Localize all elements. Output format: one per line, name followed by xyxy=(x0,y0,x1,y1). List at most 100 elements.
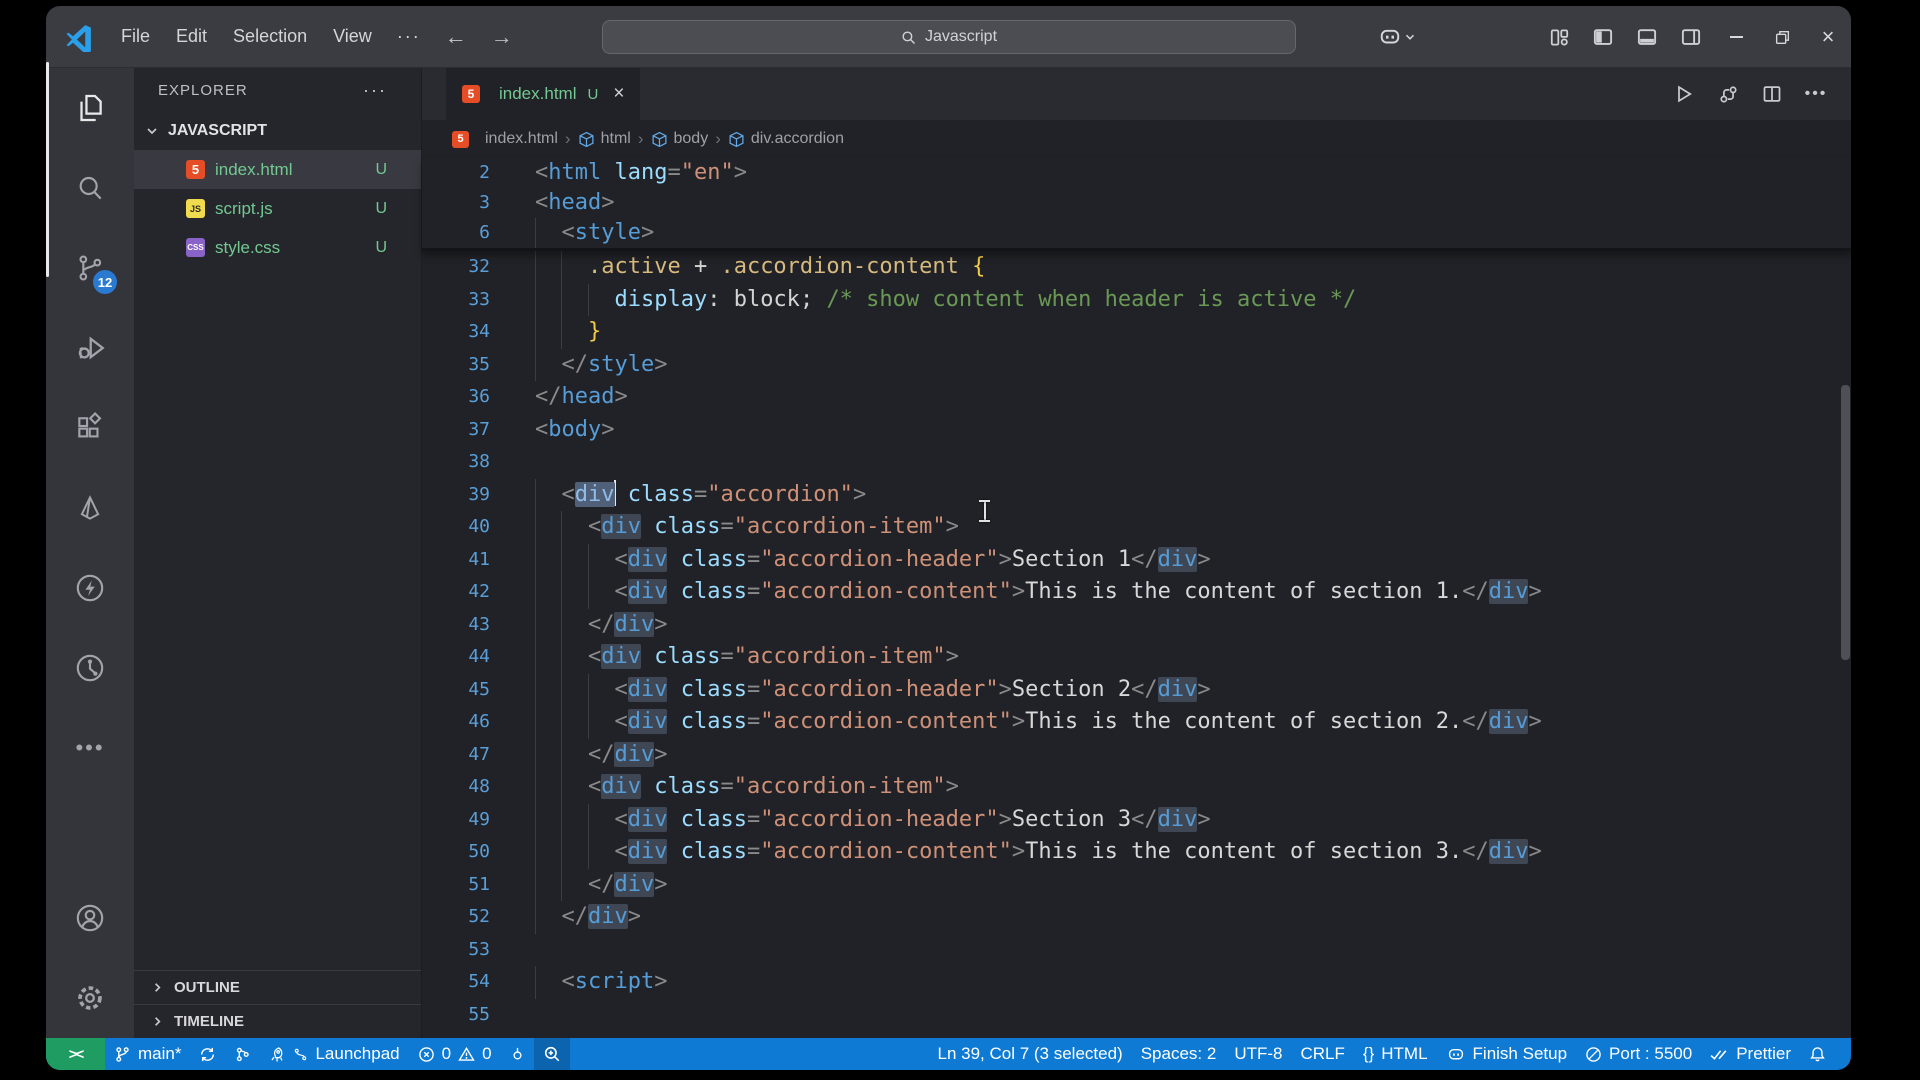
indentation-status[interactable]: Spaces: 2 xyxy=(1132,1038,1226,1070)
git-status-badge: U xyxy=(375,161,387,179)
timeline-panel-header[interactable]: TIMELINE xyxy=(134,1004,421,1038)
tab-close-icon[interactable]: × xyxy=(613,83,624,105)
code-line-54[interactable]: 54 <script> xyxy=(422,966,1851,999)
problems-status[interactable]: 0 0 xyxy=(409,1038,501,1070)
settings-gear-icon[interactable] xyxy=(46,958,134,1038)
file-row-index-html[interactable]: 5 index.html U xyxy=(134,150,421,189)
tab-index-html[interactable]: 5 index.html U × xyxy=(446,68,640,120)
folder-javascript[interactable]: JAVASCRIPT xyxy=(134,112,421,150)
code-line-52[interactable]: 52 </div> xyxy=(422,901,1851,934)
code-line-47[interactable]: 47 </div> xyxy=(422,739,1851,772)
live-server-port-status[interactable]: Port : 5500 xyxy=(1576,1038,1701,1070)
code-line-53[interactable]: 53 xyxy=(422,934,1851,967)
breadcrumb-file[interactable]: 5 index.html xyxy=(452,130,558,148)
close-button[interactable]: × xyxy=(1805,6,1851,68)
menu-more-button[interactable]: ··· xyxy=(385,20,433,53)
menu-view[interactable]: View xyxy=(320,20,385,53)
restore-button[interactable] xyxy=(1759,6,1805,68)
explorer-actions-button[interactable]: ··· xyxy=(363,80,387,101)
code-line-32[interactable]: 32 .active + .accordion-content { xyxy=(422,251,1851,284)
toggle-panel-icon[interactable] xyxy=(1625,6,1669,68)
code-line-42[interactable]: 42 <div class="accordion-content">This i… xyxy=(422,576,1851,609)
accounts-icon[interactable] xyxy=(46,878,134,958)
code-line-55[interactable]: 55 xyxy=(422,999,1851,1032)
menu-edit[interactable]: Edit xyxy=(163,20,220,53)
sticky-line-6[interactable]: 6 <style> xyxy=(422,218,1851,248)
git-graph-icon xyxy=(234,1046,251,1063)
thunder-client-icon[interactable] xyxy=(46,548,134,628)
editor-more-actions-icon[interactable]: ••• xyxy=(1799,77,1833,111)
split-editor-icon[interactable] xyxy=(1755,77,1789,111)
breadcrumb-html[interactable]: html xyxy=(578,130,631,148)
customize-layout-icon[interactable] xyxy=(1537,6,1581,68)
source-control-icon[interactable]: 12 xyxy=(46,228,134,308)
code-line-41[interactable]: 41 <div class="accordion-header">Section… xyxy=(422,544,1851,577)
run-file-icon[interactable] xyxy=(1667,77,1701,111)
toggle-primary-sidebar-icon[interactable] xyxy=(1581,6,1625,68)
notifications-bell-icon[interactable] xyxy=(1800,1038,1835,1070)
back-icon[interactable]: ← xyxy=(433,24,479,50)
language-mode-status[interactable]: {} HTML xyxy=(1354,1038,1437,1070)
git-graph-button[interactable] xyxy=(225,1038,260,1070)
file-row-style-css[interactable]: CSS style.css U xyxy=(134,228,421,267)
code-line-39[interactable]: 39 <div class="accordion"> xyxy=(422,479,1851,512)
code-line-48[interactable]: 48 <div class="accordion-item"> xyxy=(422,771,1851,804)
breadcrumb-div-accordion[interactable]: div.accordion xyxy=(728,130,844,148)
sticky-line-3[interactable]: 3<head> xyxy=(422,188,1851,218)
line-content: </div> xyxy=(535,739,667,772)
remote-indicator[interactable]: >< xyxy=(46,1038,105,1070)
breadcrumb-body[interactable]: body xyxy=(651,130,709,148)
minimize-button[interactable] xyxy=(1713,6,1759,68)
command-center-search[interactable]: Javascript xyxy=(602,20,1296,54)
code-line-36[interactable]: 36</head> xyxy=(422,381,1851,414)
additional-views-icon[interactable]: ••• xyxy=(46,708,134,788)
prettier-status[interactable]: Prettier xyxy=(1701,1038,1800,1070)
open-changes-icon[interactable] xyxy=(1711,77,1745,111)
code-line-38[interactable]: 38 xyxy=(422,446,1851,479)
copilot-menu[interactable] xyxy=(1377,26,1417,48)
code-editor[interactable]: 32 .active + .accordion-content {33 disp… xyxy=(422,251,1851,1031)
run-debug-icon[interactable] xyxy=(46,308,134,388)
sticky-line-2[interactable]: 2<html lang="en"> xyxy=(422,158,1851,188)
editor-scrollbar[interactable] xyxy=(1841,385,1850,660)
code-line-34[interactable]: 34 } xyxy=(422,316,1851,349)
port-indicator-icon[interactable] xyxy=(501,1038,534,1070)
forward-icon[interactable]: → xyxy=(479,24,525,50)
code-line-44[interactable]: 44 <div class="accordion-item"> xyxy=(422,641,1851,674)
code-line-45[interactable]: 45 <div class="accordion-header">Section… xyxy=(422,674,1851,707)
code-line-49[interactable]: 49 <div class="accordion-header">Section… xyxy=(422,804,1851,837)
file-row-script-js[interactable]: JS script.js U xyxy=(134,189,421,228)
breadcrumb: 5 index.html › html › body › xyxy=(422,120,1851,158)
code-line-35[interactable]: 35 </style> xyxy=(422,349,1851,382)
line-number: 42 xyxy=(422,576,490,609)
live-share-icon[interactable] xyxy=(46,628,134,708)
launchpad-button[interactable]: Launchpad xyxy=(260,1038,408,1070)
code-line-46[interactable]: 46 <div class="accordion-content">This i… xyxy=(422,706,1851,739)
outline-panel-header[interactable]: OUTLINE xyxy=(134,970,421,1004)
git-branch-status[interactable]: main* xyxy=(105,1038,190,1070)
search-sidebar-icon[interactable] xyxy=(46,148,134,228)
toggle-secondary-sidebar-icon[interactable] xyxy=(1669,6,1713,68)
cursor-position-status[interactable]: Ln 39, Col 7 (3 selected) xyxy=(928,1038,1131,1070)
code-line-33[interactable]: 33 display: block; /* show content when … xyxy=(422,284,1851,317)
menu-file[interactable]: File xyxy=(108,20,163,53)
zoom-status-button[interactable] xyxy=(534,1038,570,1070)
explorer-icon[interactable] xyxy=(46,68,134,148)
mouse-ibeam-cursor xyxy=(978,500,991,522)
sync-changes-button[interactable] xyxy=(190,1038,225,1070)
code-line-37[interactable]: 37<body> xyxy=(422,414,1851,447)
prism-extension-icon[interactable] xyxy=(46,468,134,548)
line-content: </div> xyxy=(535,901,641,934)
line-content: </div> xyxy=(535,869,667,902)
code-line-51[interactable]: 51 </div> xyxy=(422,869,1851,902)
eol-status[interactable]: CRLF xyxy=(1291,1038,1353,1070)
code-line-50[interactable]: 50 <div class="accordion-content">This i… xyxy=(422,836,1851,869)
encoding-status[interactable]: UTF-8 xyxy=(1225,1038,1291,1070)
menu-selection[interactable]: Selection xyxy=(220,20,320,53)
file-tree: 5 index.html U JS script.js U CSS style.… xyxy=(134,150,421,267)
code-line-43[interactable]: 43 </div> xyxy=(422,609,1851,642)
extensions-icon[interactable] xyxy=(46,388,134,468)
code-line-40[interactable]: 40 <div class="accordion-item"> xyxy=(422,511,1851,544)
copilot-setup-status[interactable]: Finish Setup xyxy=(1437,1038,1577,1070)
line-content: <div class="accordion-header">Section 2<… xyxy=(535,674,1211,707)
